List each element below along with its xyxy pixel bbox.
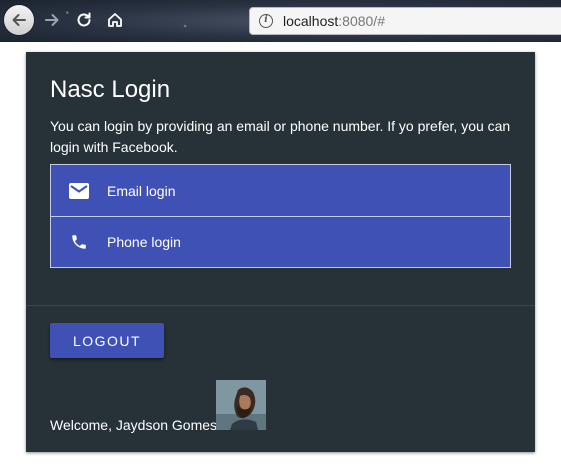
forward-button[interactable] [38,6,66,34]
phone-login-label: Phone login [107,234,181,250]
email-icon [69,182,89,199]
avatar [216,380,266,430]
reload-icon [77,12,91,27]
back-button[interactable] [4,5,34,35]
address-bar[interactable]: i localhost:8080/# [249,7,561,35]
phone-login-item[interactable]: Phone login [51,216,510,267]
page-title: Nasc Login [50,76,171,103]
home-button[interactable] [101,6,129,34]
reload-button[interactable] [70,6,98,34]
login-card: Nasc Login You can login by providing an… [26,52,535,452]
back-arrow-icon [12,14,26,26]
login-description: You can login by providing an email or p… [50,118,511,155]
logout-button[interactable]: LOGOUT [50,323,164,358]
email-login-label: Email login [107,182,176,199]
url-text: localhost:8080/# [283,13,385,29]
forward-arrow-icon [45,14,59,26]
home-icon [108,13,122,27]
browser-toolbar: i localhost:8080/# [0,0,561,42]
welcome-message: Welcome, Jaydson Gomes [50,417,218,433]
phone-icon [72,235,86,249]
url-port-path: :8080/# [338,13,385,29]
divider [26,305,535,306]
email-login-item[interactable]: Email login [51,165,510,216]
login-options-list: Email login Phone login [50,164,511,268]
url-host: localhost [283,13,339,29]
info-icon[interactable]: i [259,14,273,28]
